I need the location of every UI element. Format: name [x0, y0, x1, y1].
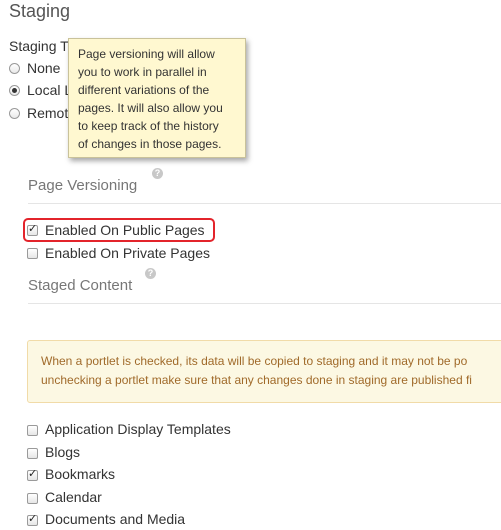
alert-line-2: unchecking a portlet make sure that any … — [41, 373, 472, 387]
alert-line-1: When a portlet is checked, its data will… — [41, 354, 468, 368]
portlet-label-blogs: Blogs — [45, 444, 81, 460]
section-divider — [28, 303, 501, 304]
page-versioning-title: Page Versioning — [28, 177, 138, 194]
portlet-checkbox-documents-media[interactable] — [27, 512, 38, 526]
portlet-label-bookmarks: Bookmarks — [45, 466, 116, 482]
portlet-checkbox-adt[interactable] — [27, 425, 38, 436]
enabled-private-pages-label: Enabled On Private Pages — [45, 245, 210, 261]
enabled-private-pages-checkbox[interactable] — [27, 248, 38, 259]
question-icon[interactable]: ? — [152, 168, 163, 179]
enabled-public-pages-label: Enabled On Public Pages — [45, 222, 205, 238]
question-icon[interactable]: ? — [145, 268, 156, 279]
staged-content-title: Staged Content — [28, 277, 133, 294]
section-divider — [28, 203, 501, 204]
staging-warning-alert: When a portlet is checked, its data will… — [27, 340, 501, 403]
staging-none-radio[interactable] — [9, 63, 20, 74]
portlet-checkbox-blogs[interactable] — [27, 448, 38, 459]
staging-remote-label: Remot — [27, 105, 69, 121]
enabled-public-pages-checkbox[interactable] — [27, 222, 38, 236]
portlet-label-calendar: Calendar — [45, 489, 102, 505]
staging-local-radio[interactable] — [9, 85, 20, 96]
portlet-label-adt: Application Display Templates — [45, 421, 231, 437]
portlet-checkbox-calendar[interactable] — [27, 493, 38, 504]
staging-local-label: Local L — [27, 82, 73, 98]
staging-remote-radio[interactable] — [9, 108, 20, 119]
portlet-label-documents-media: Documents and Media — [45, 511, 186, 527]
staging-type-label: Staging T — [9, 38, 69, 54]
portlet-checkbox-bookmarks[interactable] — [27, 467, 38, 481]
staging-none-label: None — [27, 60, 61, 76]
staging-title: Staging — [9, 1, 71, 21]
page-versioning-tooltip: Page versioning will allow you to work i… — [68, 38, 246, 158]
